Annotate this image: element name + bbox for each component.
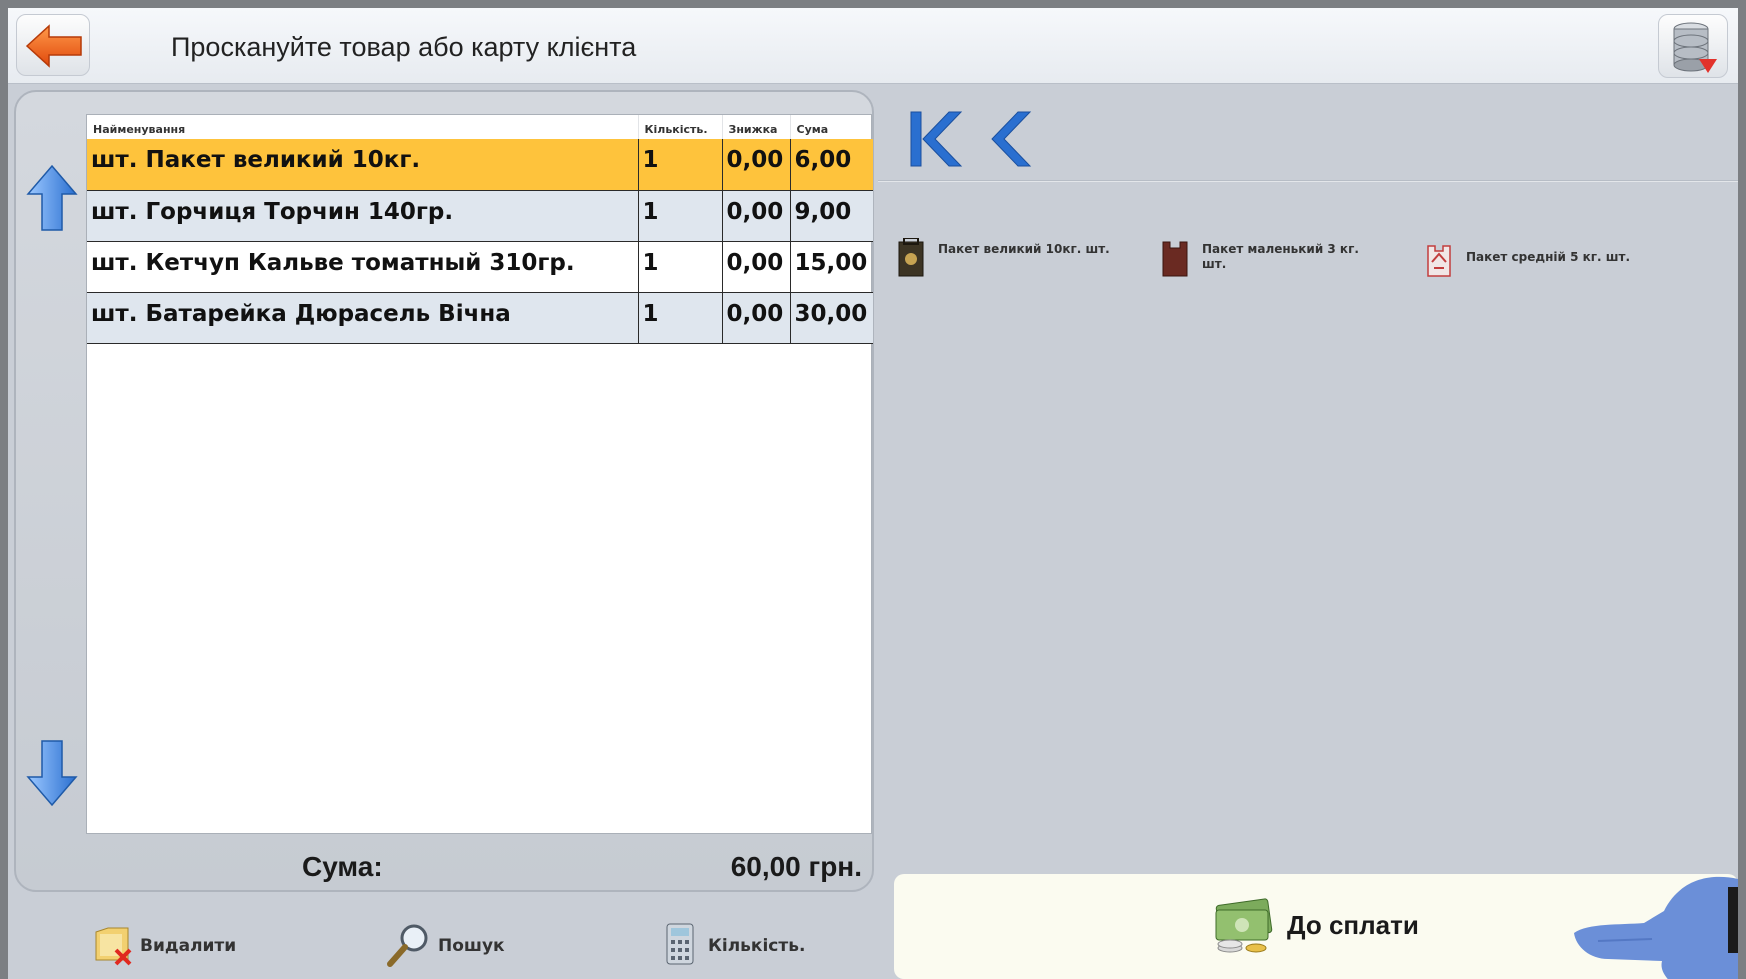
search-label: Пошук	[438, 936, 505, 956]
arrow-left-icon	[25, 24, 82, 68]
column-name[interactable]: Найменування	[87, 115, 639, 139]
quick-item-label: Пакет маленький 3 кг. шт.	[1202, 242, 1359, 271]
database-icon	[1673, 22, 1717, 73]
quick-item[interactable]: Пакет великий 10кг. шт.	[896, 234, 1136, 282]
table-row[interactable]: шт. Батарейка Дюрасель Вічна 1 0,00 30,0…	[87, 292, 873, 344]
receipt-panel: Найменування Кількість. Знижка Сума шт. …	[14, 90, 874, 892]
quick-item-label: Пакет великий 10кг. шт.	[938, 242, 1110, 256]
quick-item[interactable]: Пакет средній 5 кг. шт.	[1424, 234, 1684, 282]
nav-prev-button[interactable]	[988, 104, 1058, 174]
cell-name: шт. Кетчуп Кальве томатный 310гр.	[87, 241, 639, 293]
back-button[interactable]	[16, 14, 90, 76]
total-value: 60,00 грн.	[730, 851, 862, 882]
cell-sum: 30,00	[790, 292, 873, 344]
bag-medium-icon	[1427, 245, 1451, 277]
pointing-hand-icon	[1574, 876, 1738, 979]
search-icon	[387, 924, 428, 967]
scroll-up-button[interactable]	[26, 164, 78, 234]
pay-label: До сплати	[1287, 910, 1419, 940]
chevron-first-icon	[910, 111, 963, 167]
chevron-left-icon	[991, 111, 1032, 167]
money-icon	[1215, 898, 1273, 953]
cell-qty: 1	[638, 139, 723, 191]
quantity-button[interactable]: Кількість.	[648, 908, 888, 978]
scroll-down-button[interactable]	[26, 737, 78, 807]
delete-button[interactable]: Видалити	[78, 908, 318, 978]
cell-qty: 1	[638, 241, 723, 293]
database-button[interactable]	[1658, 14, 1728, 78]
cell-sum: 15,00	[790, 241, 873, 293]
cell-qty: 1	[638, 292, 723, 344]
column-sum[interactable]: Сума	[790, 115, 873, 139]
cell-sum: 9,00	[790, 190, 873, 242]
scan-prompt: Проскануйте товар або карту клієнта	[171, 32, 637, 62]
calculator-icon	[666, 923, 694, 965]
delete-item-icon	[95, 927, 132, 966]
cell-sum: 6,00	[790, 139, 873, 191]
bag-large-icon	[898, 238, 924, 277]
header: Проскануйте товар або карту клієнта	[8, 8, 1738, 84]
pos-screen: Проскануйте товар або карту клієнта Найм…	[8, 8, 1738, 979]
catalog-panel: Пакет великий 10кг. шт. Пакет маленький …	[878, 84, 1738, 979]
quantity-label: Кількість.	[708, 936, 806, 956]
cell-name: шт. Пакет великий 10кг.	[87, 139, 639, 191]
cell-discount: 0,00	[722, 190, 791, 242]
column-discount[interactable]: Знижка	[722, 115, 791, 139]
cell-name: шт. Батарейка Дюрасель Вічна	[87, 292, 639, 344]
cell-discount: 0,00	[722, 241, 791, 293]
cell-name: шт. Горчиця Торчин 140гр.	[87, 190, 639, 242]
table-header: Найменування Кількість. Знижка Сума	[87, 115, 873, 139]
cell-discount: 0,00	[722, 139, 791, 191]
delete-label: Видалити	[140, 936, 237, 956]
cell-qty: 1	[638, 190, 723, 242]
total-label: Сума:	[302, 851, 383, 882]
divider	[878, 180, 1738, 182]
total-bar: Сума: 60,00 грн.	[86, 847, 872, 885]
table-row[interactable]: шт. Кетчуп Кальве томатный 310гр. 1 0,00…	[87, 241, 873, 293]
nav-first-button[interactable]	[903, 104, 973, 174]
pay-button[interactable]: До сплати	[894, 874, 1738, 979]
table-row[interactable]: шт. Пакет великий 10кг. 1 0,00 6,00	[87, 139, 873, 191]
arrow-down-icon	[26, 740, 78, 807]
bag-small-icon	[1162, 241, 1188, 277]
quick-item-label: Пакет средній 5 кг. шт.	[1466, 250, 1631, 264]
receipt-table: Найменування Кількість. Знижка Сума шт. …	[86, 114, 873, 834]
arrow-up-icon	[26, 164, 78, 231]
cell-discount: 0,00	[722, 292, 791, 344]
search-button[interactable]: Пошук	[358, 908, 598, 978]
quick-item[interactable]: Пакет маленький 3 кг. шт.	[1160, 234, 1400, 282]
column-qty[interactable]: Кількість.	[638, 115, 723, 139]
table-row[interactable]: шт. Горчиця Торчин 140гр. 1 0,00 9,00	[87, 190, 873, 242]
